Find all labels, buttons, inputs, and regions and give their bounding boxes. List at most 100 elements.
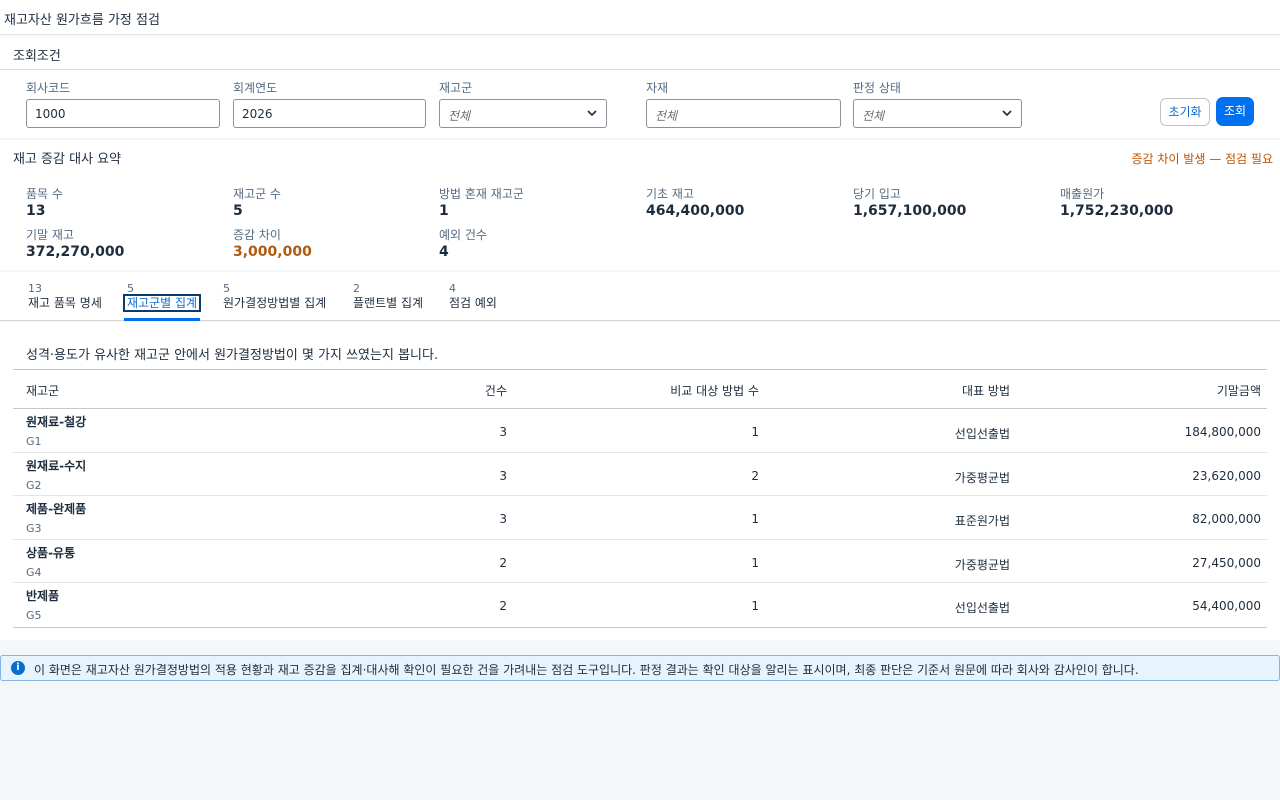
table-row[interactable]: 원재료-수지 G2 3 2 가중평균법 23,620,000	[13, 453, 1267, 497]
method-cell: 선입선출법	[954, 601, 1010, 616]
method-count-cell: 2	[751, 468, 759, 483]
tab-count: 5	[127, 282, 134, 295]
material-label: 자재	[646, 81, 669, 95]
reset-button[interactable]: 초기화	[1160, 98, 1210, 126]
column-header-method-count[interactable]: 비교 대상 방법 수	[670, 382, 759, 399]
column-header-closing-amount[interactable]: 기말금액	[1217, 382, 1261, 399]
kpi-label-cogs: 매출원가	[1060, 187, 1105, 201]
group-name: 원재료-철강	[26, 415, 87, 429]
summary-title: 재고 증감 대사 요약	[13, 152, 122, 167]
company-code-input[interactable]: 1000	[26, 99, 220, 128]
kpi-value-group-count: 5	[233, 203, 243, 219]
method-cell: 표준원가법	[954, 514, 1010, 529]
summary-warning: 증감 차이 발생 — 점검 필요	[1131, 152, 1273, 166]
column-header-representative-method[interactable]: 대표 방법	[962, 382, 1010, 399]
active-tab-indicator	[124, 318, 200, 321]
inventory-group-label: 재고군	[439, 81, 473, 95]
method-cell: 가중평균법	[954, 470, 1010, 485]
inventory-group-value: 전체	[448, 109, 471, 123]
kpi-value-mixed-groups: 1	[439, 203, 449, 219]
judgement-status-select[interactable]: 전체	[853, 99, 1022, 128]
kpi-label-receipts: 당기 입고	[853, 187, 901, 201]
method-count-cell: 1	[751, 512, 759, 527]
group-code: G2	[26, 478, 42, 492]
judgement-status-value: 전체	[862, 109, 885, 123]
table-row[interactable]: 제품-완제품 G3 3 1 표준원가법 82,000,000	[13, 496, 1267, 540]
hint-text: 성격·용도가 유사한 재고군 안에서 원가결정방법이 몇 가지 쓰였는지 봅니다…	[26, 348, 439, 363]
kpi-label-closing-inventory: 기말 재고	[26, 228, 74, 242]
kpi-value-closing-inventory: 372,270,000	[26, 244, 125, 260]
group-name: 반제품	[26, 589, 60, 604]
divider	[0, 69, 1280, 70]
column-header-count[interactable]: 건수	[485, 382, 507, 399]
tab-item-list[interactable]: 13 재고 품목 명세	[28, 282, 102, 310]
page-title: 재고자산 원가흐름 가정 점검	[4, 13, 160, 28]
tab-plant-summary[interactable]: 2 플랜트별 집계	[353, 282, 423, 310]
group-code: G4	[26, 565, 42, 579]
info-message-text: 이 화면은 재고자산 원가결정방법의 적용 현황과 재고 증감을 집계·대사해 …	[34, 663, 1139, 677]
tab-label: 원가결정방법별 집계	[223, 296, 327, 310]
count-cell: 2	[499, 555, 507, 570]
kpi-label-mixed-groups: 방법 혼재 재고군	[439, 187, 524, 201]
inventory-group-select[interactable]: 전체	[439, 99, 607, 128]
kpi-value-item-count: 13	[26, 203, 46, 219]
kpi-value-opening-inventory: 464,400,000	[646, 203, 745, 219]
group-code: G3	[26, 522, 42, 536]
group-summary-table: 재고군 건수 비교 대상 방법 수 대표 방법 기말금액 원재료-철강 G1 3…	[13, 369, 1267, 628]
method-count-cell: 1	[751, 425, 759, 439]
chevron-down-icon	[1002, 110, 1012, 117]
group-name: 상품-유통	[26, 545, 76, 560]
count-cell: 3	[499, 425, 507, 439]
group-name: 원재료-수지	[26, 458, 87, 473]
group-name: 제품-완제품	[26, 502, 87, 517]
tab-label: 재고군별 집계	[122, 294, 202, 312]
kpi-value-receipts: 1,657,100,000	[853, 203, 967, 219]
tab-count: 13	[28, 282, 42, 295]
group-code: G1	[26, 435, 42, 448]
kpi-value-difference: 3,000,000	[233, 244, 312, 260]
tab-bar: 13 재고 품목 명세 5 재고군별 집계 5 원가결정방법별 집계 2 플랜트…	[0, 272, 1280, 321]
kpi-label-group-count: 재고군 수	[233, 187, 281, 201]
chevron-down-icon	[587, 110, 597, 117]
filter-panel-title: 조회조건	[13, 49, 61, 64]
table-row[interactable]: 원재료-철강 G1 3 1 선입선출법 184,800,000	[13, 409, 1267, 453]
tab-method-summary[interactable]: 5 원가결정방법별 집계	[223, 282, 326, 310]
method-cell: 선입선출법	[954, 427, 1010, 441]
kpi-label-difference: 증감 차이	[233, 228, 281, 242]
tab-label: 플랜트별 집계	[353, 296, 424, 310]
tab-count: 2	[353, 282, 360, 295]
group-summary-content: 성격·용도가 유사한 재고군 안에서 원가결정방법이 몇 가지 쓰였는지 봅니다…	[0, 322, 1280, 640]
app-header: 재고자산 원가흐름 가정 점검	[0, 0, 1280, 35]
kpi-label-item-count: 품목 수	[26, 187, 63, 201]
fiscal-year-input[interactable]: 2026	[233, 99, 426, 128]
amount-cell: 82,000,000	[1192, 512, 1261, 527]
fiscal-year-label: 회계연도	[233, 81, 278, 95]
judgement-status-label: 판정 상태	[853, 81, 901, 95]
filter-panel: 조회조건 회사코드 1000 회계연도 2026 재고군 전체 자재 전체 판정…	[0, 37, 1280, 138]
kpi-value-exceptions: 4	[439, 244, 449, 260]
info-message-strip: i 이 화면은 재고자산 원가결정방법의 적용 현황과 재고 증감을 집계·대사…	[0, 655, 1280, 681]
count-cell: 3	[499, 468, 507, 483]
kpi-label-opening-inventory: 기초 재고	[646, 187, 694, 201]
tab-label: 점검 예외	[449, 296, 497, 310]
count-cell: 3	[499, 512, 507, 527]
material-input[interactable]: 전체	[646, 99, 841, 128]
info-icon: i	[11, 661, 25, 675]
group-code: G5	[26, 609, 42, 623]
company-code-label: 회사코드	[26, 81, 71, 95]
table-row[interactable]: 반제품 G5 2 1 선입선출법 54,400,000	[13, 583, 1267, 627]
tab-group-summary[interactable]: 5 재고군별 집계	[122, 282, 202, 312]
amount-cell: 27,450,000	[1192, 555, 1261, 570]
method-count-cell: 1	[751, 555, 759, 570]
search-button[interactable]: 조회	[1216, 97, 1254, 126]
tab-exceptions[interactable]: 4 점검 예외	[449, 282, 497, 310]
method-cell: 가중평균법	[954, 557, 1010, 572]
summary-panel: 재고 증감 대사 요약 증감 차이 발생 — 점검 필요 품목 수 13 재고군…	[0, 140, 1280, 270]
method-count-cell: 1	[751, 599, 759, 614]
table-row[interactable]: 상품-유통 G4 2 1 가중평균법 27,450,000	[13, 540, 1267, 584]
amount-cell: 184,800,000	[1184, 425, 1261, 439]
column-header-group[interactable]: 재고군	[26, 382, 59, 399]
tab-label: 재고 품목 명세	[28, 296, 102, 310]
table-header: 재고군 건수 비교 대상 방법 수 대표 방법 기말금액	[13, 370, 1267, 409]
amount-cell: 23,620,000	[1192, 468, 1261, 483]
